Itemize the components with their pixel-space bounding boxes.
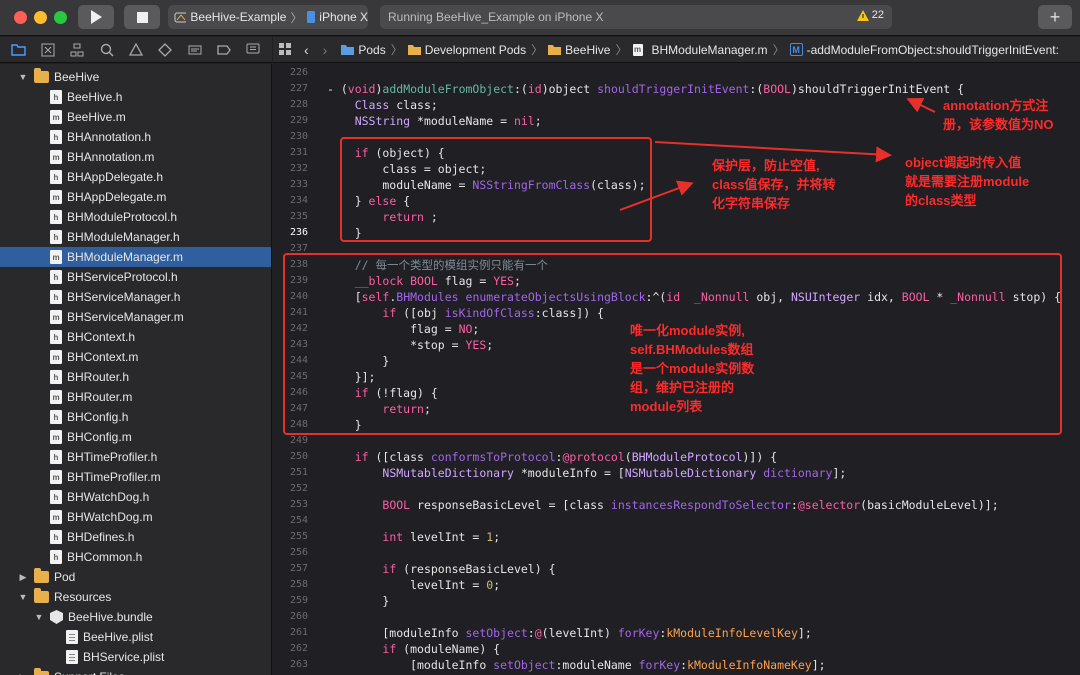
note-line: object调起时传入值 xyxy=(905,155,1022,170)
annotation-arrows xyxy=(619,97,936,211)
note-line: 册，该参数值为NO xyxy=(943,117,1054,132)
note-line: 化字符串保存 xyxy=(712,196,791,211)
annotation-note-1: annotation方式注 册，该参数值为NO xyxy=(943,96,1054,134)
arrow-note2 xyxy=(654,141,892,163)
note-line: 保护层，防止空值, xyxy=(712,158,820,173)
note-line: 唯一化module实例, xyxy=(630,323,745,338)
note-line: class值保存，并将转 xyxy=(712,177,836,192)
note-line: module列表 xyxy=(630,399,703,414)
note-line: 是一个module实例数 xyxy=(630,361,755,376)
note-line: 组，维护已注册的 xyxy=(630,380,735,395)
arrow-note3 xyxy=(619,180,694,211)
annotation-note-3: 保护层，防止空值, class值保存，并将转 化字符串保存 xyxy=(712,156,836,213)
note-line: 就是需要注册module xyxy=(905,174,1030,189)
annotation-note-4: 唯一化module实例, self.BHModules数组 是一个module实… xyxy=(630,321,754,416)
note-line: annotation方式注 xyxy=(943,98,1049,113)
arrow-note1 xyxy=(906,97,936,113)
annotation-note-2: object调起时传入值 就是需要注册module 的class类型 xyxy=(905,153,1029,210)
note-line: self.BHModules数组 xyxy=(630,342,754,357)
note-line: 的class类型 xyxy=(905,193,977,208)
